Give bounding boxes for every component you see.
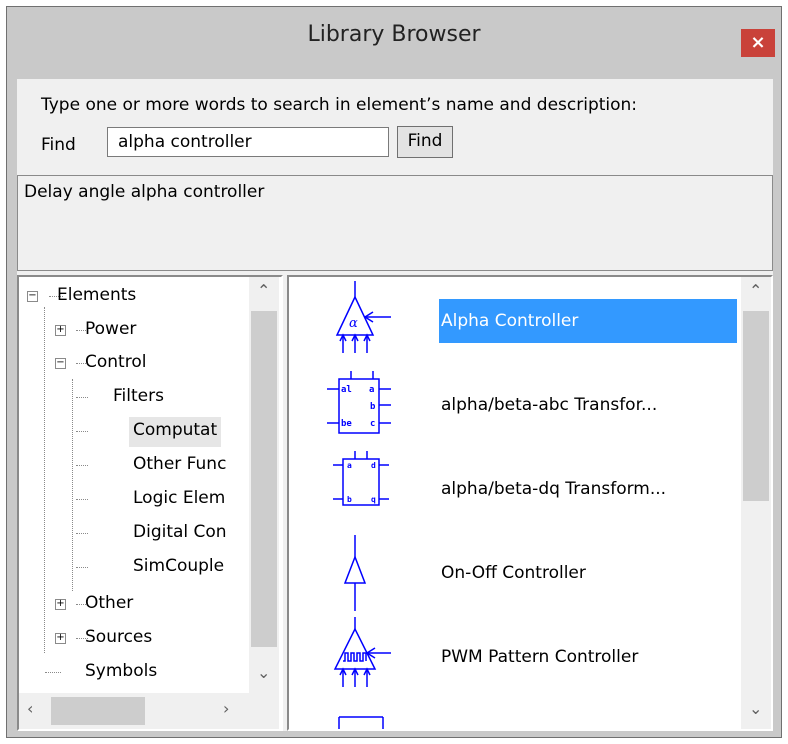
svg-text:c: c bbox=[370, 419, 375, 429]
svg-text:d: d bbox=[371, 461, 376, 470]
tree-item-sources[interactable]: Sources bbox=[85, 624, 152, 654]
description-box: Delay angle alpha controller bbox=[17, 175, 773, 271]
tree-vertical-thumb[interactable] bbox=[251, 311, 277, 647]
list-item-label: alpha/beta-abc Transfor... bbox=[441, 395, 658, 415]
list-item[interactable]: α Alpha Controller bbox=[289, 279, 737, 363]
list-vertical-thumb[interactable] bbox=[743, 311, 769, 501]
category-tree[interactable]: − + − + + Elements Power Control Filters… bbox=[17, 275, 283, 731]
list-item-label: Alpha Controller bbox=[439, 299, 737, 343]
search-input[interactable] bbox=[107, 127, 389, 157]
tree-item-symbols[interactable]: Symbols bbox=[85, 658, 157, 688]
library-browser-window: Library Browser × Type one or more words… bbox=[6, 6, 782, 738]
tree-line bbox=[76, 533, 88, 534]
expand-icon[interactable]: + bbox=[55, 599, 66, 610]
scroll-up-icon[interactable]: ⌃ bbox=[257, 281, 270, 300]
list-item[interactable]: PWM Pattern Controller bbox=[289, 615, 735, 699]
scroll-corner bbox=[251, 693, 279, 729]
tree-horizontal-thumb[interactable] bbox=[51, 697, 145, 725]
svg-text:a: a bbox=[347, 461, 352, 470]
window-title: Library Browser bbox=[307, 22, 481, 47]
list-item[interactable]: On-Off Controller bbox=[289, 531, 735, 615]
tree-item-logic-elements[interactable]: Logic Elem bbox=[133, 485, 225, 515]
tree-item-power[interactable]: Power bbox=[85, 316, 136, 346]
svg-text:a: a bbox=[369, 385, 374, 395]
abc-transform-icon: al a b be c bbox=[327, 371, 391, 434]
description-text: Delay angle alpha controller bbox=[24, 182, 265, 202]
tree-line bbox=[76, 465, 88, 466]
svg-text:be: be bbox=[341, 419, 352, 429]
partial-element-icon bbox=[338, 716, 384, 729]
find-button[interactable]: Find bbox=[397, 126, 453, 158]
expand-icon[interactable]: + bbox=[55, 633, 66, 644]
tree-line bbox=[72, 379, 73, 591]
tree-line bbox=[76, 431, 88, 432]
list-item-label: PWM Pattern Controller bbox=[441, 647, 639, 667]
pwm-controller-icon bbox=[333, 617, 391, 687]
svg-text:α: α bbox=[349, 316, 358, 331]
tree-line bbox=[45, 672, 61, 673]
tree-item-digital-control[interactable]: Digital Con bbox=[133, 519, 227, 549]
list-vertical-scrollbar[interactable]: ⌃ ⌄ bbox=[741, 277, 771, 729]
element-list[interactable]: α Alpha Controller al a b be c alpha/bet… bbox=[287, 275, 773, 731]
tree-item-filters[interactable]: Filters bbox=[113, 383, 164, 413]
window-frame: Library Browser × Type one or more words… bbox=[6, 6, 782, 738]
tree-item-other[interactable]: Other bbox=[85, 590, 133, 620]
client-area: Type one or more words to search in elem… bbox=[17, 79, 773, 731]
tree-horizontal-scrollbar[interactable]: ‹ › bbox=[19, 693, 251, 729]
collapse-icon[interactable]: − bbox=[27, 291, 38, 302]
tree-item-control[interactable]: Control bbox=[85, 349, 146, 379]
alpha-controller-icon: α bbox=[335, 281, 391, 353]
scroll-right-icon[interactable]: › bbox=[223, 699, 229, 718]
expand-icon[interactable]: + bbox=[55, 325, 66, 336]
svg-text:b: b bbox=[347, 495, 352, 504]
svg-text:al: al bbox=[341, 385, 352, 395]
close-icon: × bbox=[750, 32, 766, 53]
dq-transform-icon: a d b q bbox=[333, 451, 389, 506]
svg-text:q: q bbox=[371, 495, 376, 504]
title-bar[interactable]: Library Browser × bbox=[7, 7, 781, 77]
tree-content: − + − + + Elements Power Control Filters… bbox=[19, 277, 251, 693]
svg-text:b: b bbox=[370, 402, 376, 412]
tree-line bbox=[76, 397, 88, 398]
scroll-down-icon[interactable]: ⌄ bbox=[257, 663, 270, 682]
scroll-left-icon[interactable]: ‹ bbox=[27, 699, 33, 718]
scroll-up-icon[interactable]: ⌃ bbox=[749, 281, 762, 300]
tree-item-elements[interactable]: Elements bbox=[57, 282, 136, 312]
on-off-controller-icon bbox=[343, 535, 367, 611]
scroll-down-icon[interactable]: ⌄ bbox=[749, 699, 762, 718]
list-item-label: On-Off Controller bbox=[441, 563, 586, 583]
tree-item-computational[interactable]: Computat bbox=[129, 417, 222, 447]
find-label: Find bbox=[41, 135, 76, 155]
tree-item-simcoupler[interactable]: SimCouple bbox=[133, 553, 224, 583]
tree-item-other-functions[interactable]: Other Func bbox=[133, 451, 226, 481]
list-item[interactable]: a d b q alpha/beta-dq Transform... bbox=[289, 447, 735, 531]
collapse-icon[interactable]: − bbox=[55, 358, 66, 369]
close-button[interactable]: × bbox=[741, 29, 775, 57]
tree-line bbox=[76, 567, 88, 568]
list-item-label: alpha/beta-dq Transform... bbox=[441, 479, 667, 499]
tree-line bbox=[76, 499, 88, 500]
tree-line bbox=[44, 307, 45, 653]
list-item[interactable]: al a b be c alpha/beta-abc Transfor... bbox=[289, 363, 735, 447]
search-instruction: Type one or more words to search in elem… bbox=[41, 95, 638, 115]
tree-vertical-scrollbar[interactable]: ⌃ ⌄ bbox=[249, 277, 279, 693]
